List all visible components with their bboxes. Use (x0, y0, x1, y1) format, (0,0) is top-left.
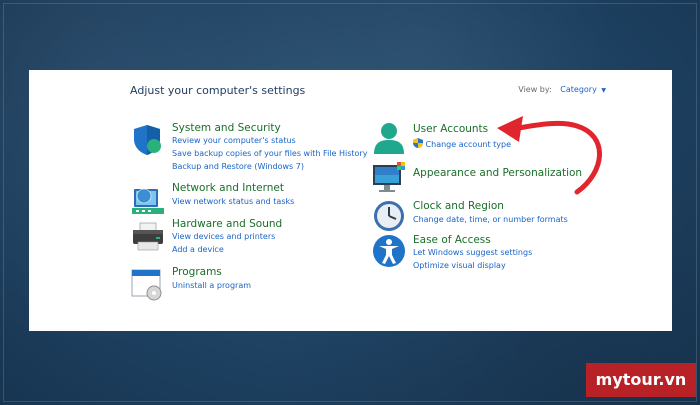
link-network-status[interactable]: View network status and tasks (172, 197, 294, 206)
category-title[interactable]: Ease of Access (413, 234, 491, 246)
category-title[interactable]: System and Security (172, 122, 281, 134)
programs-icon (131, 269, 162, 301)
accessibility-icon (373, 235, 405, 267)
user-icon (374, 123, 404, 154)
link-optimize-display[interactable]: Optimize visual display (413, 261, 506, 270)
link-backup-restore[interactable]: Backup and Restore (Windows 7) (172, 162, 304, 171)
category-title[interactable]: Network and Internet (172, 182, 284, 194)
view-by-control[interactable]: View by: Category ▼ (518, 85, 606, 94)
red-arrow (497, 116, 602, 195)
monitor-icon (373, 162, 405, 192)
category-title[interactable]: Hardware and Sound (172, 218, 282, 230)
category-ease-of-access: Ease of Access Let Windows suggest setti… (371, 233, 611, 273)
printer-icon (133, 222, 163, 251)
chevron-down-icon[interactable]: ▼ (601, 87, 606, 94)
category-title[interactable]: Clock and Region (413, 200, 504, 212)
clock-icon (374, 201, 404, 231)
link-windows-suggest[interactable]: Let Windows suggest settings (413, 248, 532, 257)
watermark-logo: mytour.vn (586, 363, 696, 397)
link-date-time-formats[interactable]: Change date, time, or number formats (413, 215, 568, 224)
category-network-internet: Network and Internet View network status… (130, 182, 390, 214)
view-by-dropdown[interactable]: Category (560, 85, 597, 94)
link-add-device[interactable]: Add a device (172, 245, 224, 254)
network-icon (132, 188, 164, 214)
link-uninstall-program[interactable]: Uninstall a program (172, 281, 251, 290)
category-programs: Programs Uninstall a program (130, 266, 390, 301)
shield-icon (134, 125, 161, 155)
category-system-security: System and Security Review your computer… (130, 122, 390, 172)
link-file-history[interactable]: Save backup copies of your files with Fi… (172, 149, 367, 158)
category-hardware-sound: Hardware and Sound View devices and prin… (130, 218, 390, 256)
category-clock-region: Clock and Region Change date, time, or n… (371, 198, 611, 234)
link-devices-printers[interactable]: View devices and printers (172, 232, 275, 241)
category-title[interactable]: Programs (172, 266, 222, 278)
category-title[interactable]: User Accounts (413, 123, 488, 135)
control-panel-window: Adjust your computer's settings View by:… (29, 70, 672, 331)
view-by-label: View by: (518, 85, 552, 94)
page-title: Adjust your computer's settings (130, 84, 306, 97)
link-review-status[interactable]: Review your computer's status (172, 136, 296, 145)
uac-shield-icon (413, 138, 423, 148)
